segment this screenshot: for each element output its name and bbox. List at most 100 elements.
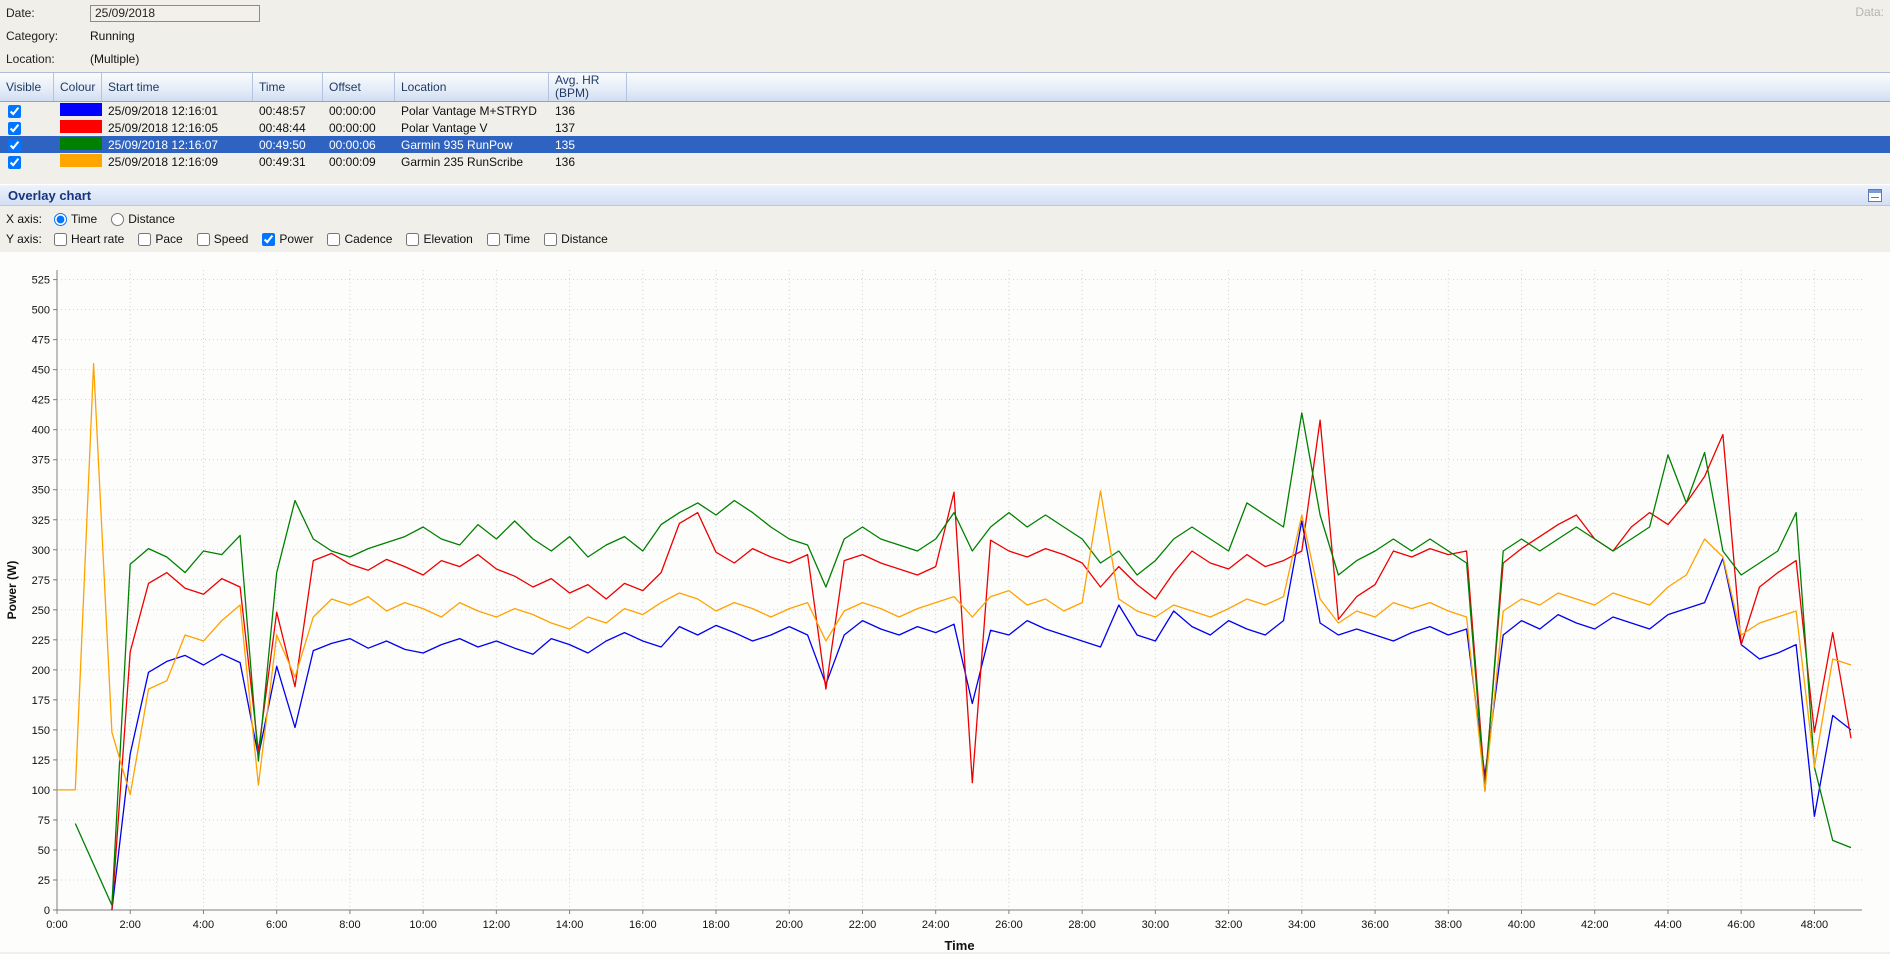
power-chart-area[interactable]: 0255075100125150175200225250275300325350… — [0, 252, 1890, 952]
collapse-chart-icon[interactable] — [1868, 189, 1882, 202]
svg-text:100: 100 — [32, 785, 50, 797]
power-chart-svg[interactable]: 0255075100125150175200225250275300325350… — [0, 252, 1890, 952]
data-label: Data: — [1855, 5, 1884, 19]
svg-text:325: 325 — [32, 515, 50, 527]
visibility-checkbox[interactable] — [8, 122, 21, 135]
svg-text:38:00: 38:00 — [1435, 919, 1463, 931]
yaxis-checkbox-pace[interactable] — [138, 233, 151, 246]
visibility-checkbox[interactable] — [8, 156, 21, 169]
app-window: Date: Data: Category: Running Location: … — [0, 0, 1890, 954]
row-location: Polar Vantage M+STRYD — [395, 104, 549, 118]
x-axis-controls: X axis: Time Distance — [6, 210, 189, 228]
date-input[interactable] — [90, 5, 260, 22]
xaxis-radio-distance[interactable] — [111, 213, 124, 226]
yaxis-option-speed[interactable]: Speed — [197, 232, 249, 246]
location-row: Location: (Multiple) — [6, 50, 139, 68]
header-cell-location[interactable]: Location — [395, 73, 549, 101]
comparison-table-header: Visible Colour Start time Time Offset Lo… — [0, 72, 1890, 102]
svg-text:44:00: 44:00 — [1654, 919, 1682, 931]
svg-text:475: 475 — [32, 335, 50, 347]
date-label: Date: — [6, 6, 90, 20]
table-row[interactable]: 25/09/2018 12:16:01 00:48:57 00:00:00 Po… — [0, 102, 1890, 119]
row-offset: 00:00:06 — [323, 138, 395, 152]
row-avg-hr: 136 — [549, 104, 627, 118]
header-cell-start-time[interactable]: Start time — [102, 73, 253, 101]
yaxis-checkbox-time[interactable] — [487, 233, 500, 246]
svg-text:525: 525 — [32, 275, 50, 287]
svg-text:2:00: 2:00 — [120, 919, 141, 931]
svg-text:10:00: 10:00 — [409, 919, 437, 931]
location-value: (Multiple) — [90, 52, 139, 66]
yaxis-checkbox-cadence[interactable] — [327, 233, 340, 246]
colour-swatch — [60, 120, 102, 133]
overlay-chart-header: Overlay chart — [0, 184, 1890, 206]
yaxis-option-pace[interactable]: Pace — [138, 232, 182, 246]
svg-text:40:00: 40:00 — [1508, 919, 1536, 931]
yaxis-checkbox-heart-rate[interactable] — [54, 233, 67, 246]
svg-text:42:00: 42:00 — [1581, 919, 1609, 931]
svg-text:75: 75 — [38, 815, 50, 827]
svg-text:25: 25 — [38, 875, 50, 887]
svg-text:12:00: 12:00 — [483, 919, 511, 931]
yaxis-label-time: Time — [504, 232, 530, 246]
svg-text:6:00: 6:00 — [266, 919, 287, 931]
svg-text:48:00: 48:00 — [1801, 919, 1829, 931]
yaxis-option-power[interactable]: Power — [262, 232, 313, 246]
yaxis-option-elevation[interactable]: Elevation — [406, 232, 472, 246]
row-start-time: 25/09/2018 12:16:09 — [102, 155, 253, 169]
yaxis-label-elevation: Elevation — [423, 232, 472, 246]
yaxis-option-heart-rate[interactable]: Heart rate — [54, 232, 124, 246]
yaxis-checkbox-speed[interactable] — [197, 233, 210, 246]
yaxis-label-power: Power — [279, 232, 313, 246]
row-time: 00:49:50 — [253, 138, 323, 152]
svg-text:450: 450 — [32, 365, 50, 377]
yaxis-checkbox-power[interactable] — [262, 233, 275, 246]
visibility-checkbox[interactable] — [8, 105, 21, 118]
visibility-checkbox[interactable] — [8, 139, 21, 152]
xaxis-radio-time[interactable] — [54, 213, 67, 226]
svg-text:250: 250 — [32, 605, 50, 617]
header-cell-colour[interactable]: Colour — [54, 73, 102, 101]
yaxis-checkbox-elevation[interactable] — [406, 233, 419, 246]
svg-text:8:00: 8:00 — [339, 919, 360, 931]
row-avg-hr: 137 — [549, 121, 627, 135]
row-avg-hr: 135 — [549, 138, 627, 152]
yaxis-option-time[interactable]: Time — [487, 232, 530, 246]
table-row[interactable]: 25/09/2018 12:16:09 00:49:31 00:00:09 Ga… — [0, 153, 1890, 170]
svg-text:36:00: 36:00 — [1361, 919, 1389, 931]
yaxis-option-distance[interactable]: Distance — [544, 232, 608, 246]
table-row[interactable]: 25/09/2018 12:16:05 00:48:44 00:00:00 Po… — [0, 119, 1890, 136]
location-label: Location: — [6, 52, 90, 66]
yaxis-option-cadence[interactable]: Cadence — [327, 232, 392, 246]
yaxis-label-heart-rate: Heart rate — [71, 232, 124, 246]
table-row-selected[interactable]: 25/09/2018 12:16:07 00:49:50 00:00:06 Ga… — [0, 136, 1890, 153]
header-cell-time[interactable]: Time — [253, 73, 323, 101]
svg-text:26:00: 26:00 — [995, 919, 1023, 931]
xaxis-option-time[interactable]: Time — [54, 212, 97, 226]
svg-text:46:00: 46:00 — [1727, 919, 1755, 931]
svg-text:225: 225 — [32, 635, 50, 647]
x-axis-label: X axis: — [6, 212, 54, 226]
svg-text:150: 150 — [32, 725, 50, 737]
svg-text:350: 350 — [32, 485, 50, 497]
svg-text:20:00: 20:00 — [775, 919, 803, 931]
svg-text:Time: Time — [944, 938, 974, 952]
header-cell-visible[interactable]: Visible — [0, 73, 54, 101]
row-offset: 00:00:00 — [323, 104, 395, 118]
svg-text:425: 425 — [32, 395, 50, 407]
svg-text:34:00: 34:00 — [1288, 919, 1316, 931]
colour-swatch — [60, 137, 102, 150]
category-row: Category: Running — [6, 27, 135, 45]
header-cell-offset[interactable]: Offset — [323, 73, 395, 101]
svg-text:18:00: 18:00 — [702, 919, 730, 931]
svg-text:4:00: 4:00 — [193, 919, 214, 931]
svg-text:Power (W): Power (W) — [5, 561, 19, 620]
overlay-chart-title: Overlay chart — [8, 188, 1868, 203]
row-time: 00:48:57 — [253, 104, 323, 118]
svg-text:22:00: 22:00 — [849, 919, 877, 931]
row-start-time: 25/09/2018 12:16:05 — [102, 121, 253, 135]
yaxis-checkbox-distance[interactable] — [544, 233, 557, 246]
row-offset: 00:00:00 — [323, 121, 395, 135]
xaxis-option-distance[interactable]: Distance — [111, 212, 175, 226]
header-cell-avg-hr[interactable]: Avg. HR (BPM) — [549, 73, 627, 101]
